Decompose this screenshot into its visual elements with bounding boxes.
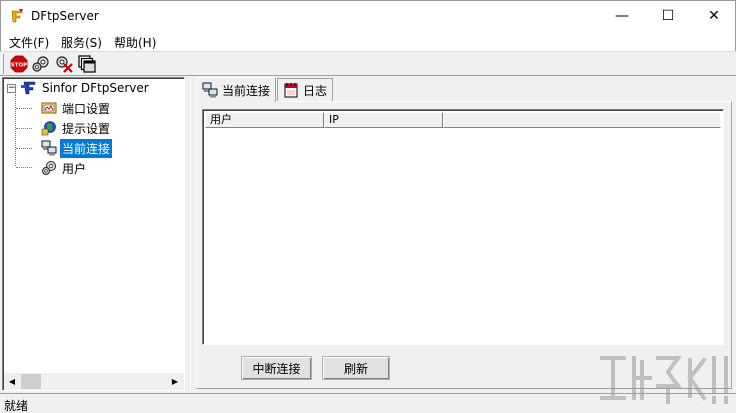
close-icon: ✕ [708,8,720,24]
tree-line [16,148,32,149]
menu-bar: 文件(F) 服务(S) 帮助(H) [0,31,736,51]
column-header-filler [443,112,721,128]
menu-help[interactable]: 帮助(H) [114,34,156,51]
tree-root-label: Sinfor DFtpServer [42,81,149,95]
connections-list[interactable]: 用户 IP [202,109,724,345]
tree-item-users[interactable]: 用户 [41,159,88,177]
scroll-thumb[interactable] [21,374,41,389]
tree-item-label: 端口设置 [62,101,111,116]
connections-icon [41,140,57,156]
tree-line [16,108,32,109]
window-title: DFtpServer [31,9,99,23]
content-panel: 当前连接 日志 用户 IP 中断连接 刷新 [190,77,734,391]
tree-item-prompt-settings[interactable]: 提示设置 [41,119,112,137]
prompt-settings-icon [41,121,56,136]
port-settings-icon [41,102,57,114]
menu-file[interactable]: 文件(F) [9,34,49,51]
tree-item-port-settings[interactable]: 端口设置 [41,99,112,117]
tree-line [16,167,32,168]
tab-label: 当前连接 [222,83,271,98]
disconnect-button[interactable]: 中断连接 [241,356,312,380]
toolbar: STOP [0,51,736,76]
maximize-button[interactable]: ☐ [645,1,691,31]
minimize-icon: — [615,8,629,24]
connect-icon[interactable] [32,55,50,73]
column-header-user[interactable]: 用户 [205,112,324,128]
tree-line [16,128,32,129]
maximize-icon: ☐ [661,8,675,24]
app-icon [9,8,25,24]
navigation-tree[interactable]: − Sinfor DFtpServer 端口设置 提示设置 当前连接 用户 ◀ … [2,77,185,391]
log-icon [284,83,298,98]
column-header-ip[interactable]: IP [324,112,443,128]
tree-item-current-connections[interactable]: 当前连接 [41,138,113,158]
svg-text:STOP: STOP [11,63,27,69]
users-icon [42,161,56,175]
tab-page: 用户 IP 中断连接 刷新 [196,101,732,389]
menu-service[interactable]: 服务(S) [61,34,102,51]
scroll-right-icon[interactable]: ▶ [167,373,183,390]
connections-icon [202,82,218,98]
tab-log[interactable]: 日志 [277,78,334,101]
disconnect-icon[interactable] [55,55,73,73]
windows-icon[interactable] [78,55,96,73]
title-bar: DFtpServer — ☐ ✕ [0,0,736,31]
stop-icon[interactable]: STOP [10,55,28,73]
tree-root[interactable]: Sinfor DFtpServer [21,79,151,97]
toolbar-grip [1,54,4,74]
tree-item-label: 当前连接 [60,138,113,158]
minimize-button[interactable]: — [599,1,645,31]
status-text: 就绪 [4,399,29,413]
tree-line [15,94,16,166]
watermark-logo [600,356,728,404]
tab-label: 日志 [303,83,328,98]
tree-horizontal-scrollbar[interactable]: ◀ ▶ [4,373,184,390]
server-icon [21,81,36,95]
tree-item-label: 用户 [62,161,87,176]
tree-expander[interactable]: − [7,84,16,93]
close-button[interactable]: ✕ [691,1,736,31]
tree-item-label: 提示设置 [62,121,111,136]
tab-current-connections[interactable]: 当前连接 [196,77,277,102]
refresh-button[interactable]: 刷新 [322,356,390,380]
scroll-left-icon[interactable]: ◀ [4,373,20,390]
